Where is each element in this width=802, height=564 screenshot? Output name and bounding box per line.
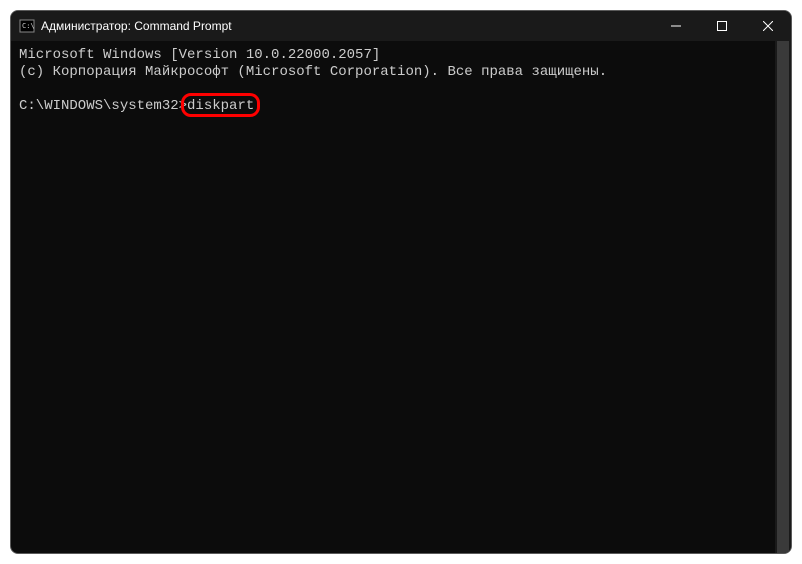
svg-text:C:\: C:\ bbox=[22, 22, 35, 30]
scrollbar-thumb[interactable] bbox=[777, 41, 789, 553]
prompt-line: C:\WINDOWS\system32>diskpart bbox=[19, 98, 783, 115]
minimize-button[interactable] bbox=[653, 11, 699, 41]
window-title: Администратор: Command Prompt bbox=[41, 19, 653, 33]
close-button[interactable] bbox=[745, 11, 791, 41]
cmd-icon: C:\ bbox=[19, 18, 35, 34]
maximize-button[interactable] bbox=[699, 11, 745, 41]
prompt-path: C:\WINDOWS\system32> bbox=[19, 98, 187, 114]
command-prompt-window: C:\ Администратор: Command Prompt Micros… bbox=[10, 10, 792, 554]
command-input[interactable]: diskpart bbox=[187, 98, 254, 114]
terminal-area[interactable]: Microsoft Windows [Version 10.0.22000.20… bbox=[11, 41, 791, 553]
vertical-scrollbar[interactable] bbox=[775, 41, 791, 553]
copyright-line: (c) Корпорация Майкрософт (Microsoft Cor… bbox=[19, 64, 783, 81]
titlebar[interactable]: C:\ Администратор: Command Prompt bbox=[11, 11, 791, 41]
window-controls bbox=[653, 11, 791, 41]
version-line: Microsoft Windows [Version 10.0.22000.20… bbox=[19, 47, 783, 64]
